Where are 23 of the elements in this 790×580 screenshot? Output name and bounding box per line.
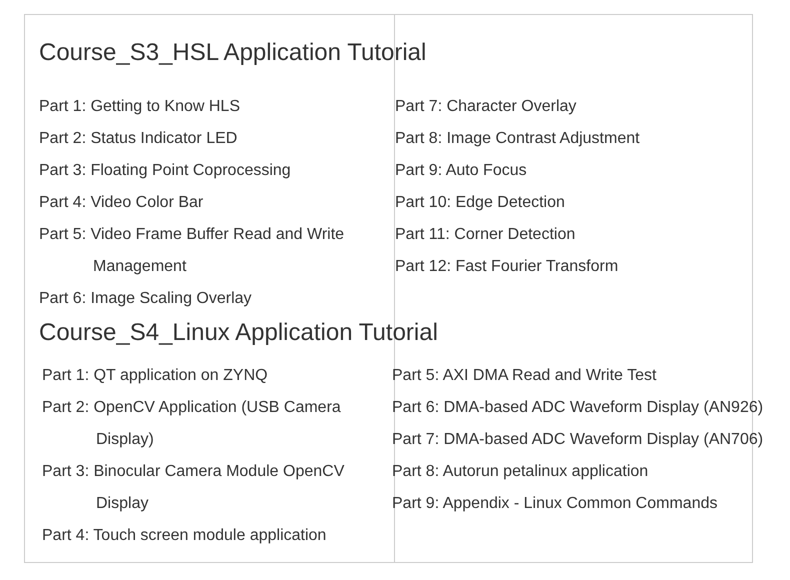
tutorial-item: Part 10: Edge Detection: [395, 193, 565, 213]
tutorial-item: Part 7: Character Overlay: [395, 97, 576, 117]
tutorial-item: Part 4: Video Color Bar: [39, 193, 204, 213]
tutorial-item: Part 12: Fast Fourier Transform: [395, 257, 618, 277]
tutorial-item: Part 11: Corner Detection: [395, 225, 576, 245]
section-heading: Course_S3_HSL Application Tutorial: [39, 38, 426, 68]
tutorial-item: Part 9: Appendix - Linux Common Commands: [392, 494, 718, 514]
tutorial-item: Part 8: Image Contrast Adjustment: [395, 129, 640, 149]
tutorial-item: Part 8: Autorun petalinux application: [392, 462, 648, 482]
tutorial-item: Part 1: Getting to Know HLS: [39, 97, 240, 117]
tutorial-item: Part 2: Status Indicator LED: [39, 129, 238, 149]
tutorial-item: Part 1: QT application on ZYNQ: [42, 366, 268, 386]
tutorial-item: Part 9: Auto Focus: [395, 161, 527, 181]
section-heading: Course_S4_Linux Application Tutorial: [39, 318, 438, 348]
tutorial-item: Part 7: DMA-based ADC Waveform Display (AN706): [392, 430, 764, 450]
tutorial-item: Part 4: Touch screen module application: [42, 526, 326, 546]
tutorial-item: Part 3: Binocular Camera Module OpenCV Display: [42, 462, 346, 514]
tutorial-item: Part 5: AXI DMA Read and Write Test: [392, 366, 656, 386]
tutorial-item: Part 2: OpenCV Application (USB Camera Display): [42, 398, 342, 450]
tutorial-item: Part 3: Floating Point Coprocessing: [39, 161, 291, 181]
tutorial-item: Part 5: Video Frame Buffer Read and Write Management: [39, 225, 346, 277]
tutorial-item: Part 6: Image Scaling Overlay: [39, 289, 252, 309]
tutorial-item: Part 6: DMA-based ADC Waveform Display (AN926): [392, 398, 764, 418]
